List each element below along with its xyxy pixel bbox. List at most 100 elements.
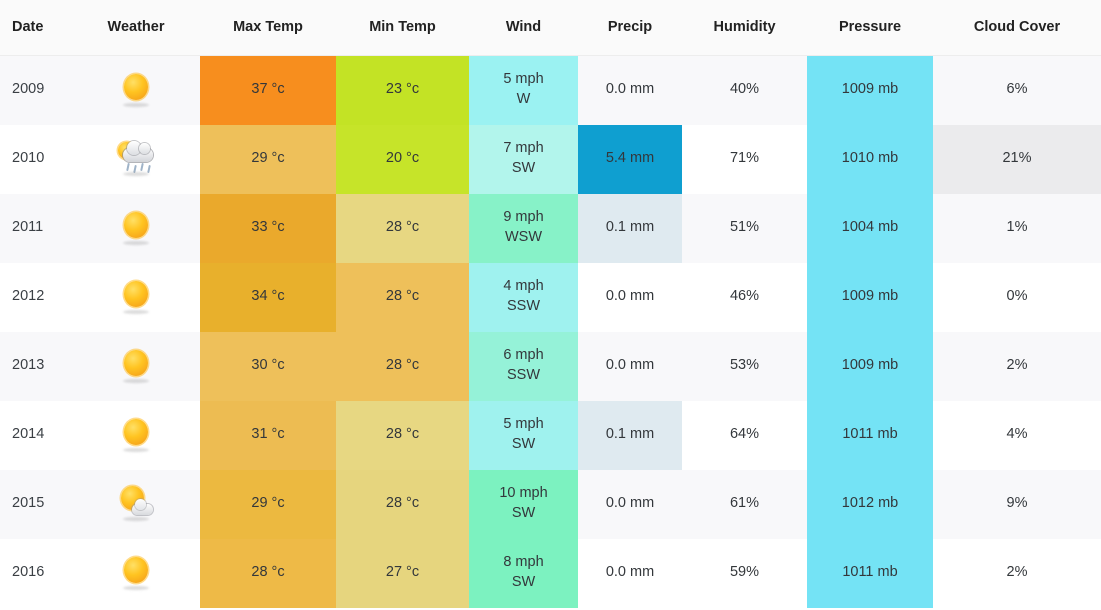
cell-weather (72, 193, 200, 263)
weather-icon-holder (72, 263, 200, 332)
sun-icon (117, 347, 155, 385)
cell-precip: 0.1 mm (578, 400, 682, 470)
cell-max-temp-value: 37 °c (200, 55, 336, 125)
column-header-precip[interactable]: Precip (578, 0, 682, 56)
cell-max-temp-value: 29 °c (200, 469, 336, 539)
cell-cloud-cover-value: 21% (933, 124, 1101, 194)
table-row[interactable]: 2014 31 °c 28 °c 5 mph SW 0.1 mm 64% 1011 mb 4% (0, 400, 1101, 470)
cell-wind: 8 mph SW (469, 538, 578, 608)
cell-precip-value: 5.4 mm (578, 124, 682, 194)
table-row[interactable]: 2016 28 °c 27 °c 8 mph SW 0.0 mm 59% 1011 mb 2% (0, 538, 1101, 608)
sun-icon (117, 416, 155, 454)
cell-humidity-value: 46% (729, 288, 760, 305)
column-header-max-temp[interactable]: Max Temp (200, 0, 336, 56)
cell-cloud-cover-value: 0% (1006, 288, 1028, 305)
cell-humidity: 51% (682, 193, 807, 263)
table-header: Date Weather Max Temp Min Temp Wind Prec… (0, 0, 1101, 56)
table-header-row: Date Weather Max Temp Min Temp Wind Prec… (0, 0, 1101, 56)
cell-date: 2012 (0, 262, 72, 332)
cell-precip: 0.0 mm (578, 469, 682, 539)
cell-wind: 10 mph SW (469, 469, 578, 539)
cell-max-temp: 31 °c (200, 400, 336, 470)
cell-cloud-cover-value: 9% (1006, 495, 1028, 512)
cell-cloud-cover-value: 2% (1006, 357, 1028, 374)
column-header-min-temp[interactable]: Min Temp (336, 0, 469, 56)
table-row[interactable]: 2015 29 °c 28 °c 10 mph SW 0.0 mm 61% 1012 mb 9… (0, 469, 1101, 539)
cell-wind: 9 mph WSW (469, 193, 578, 263)
cell-cloud-cover-value: 4% (1006, 426, 1028, 443)
cell-cloud-cover-value: 6% (1006, 81, 1028, 98)
cell-cloud-cover: 6% (933, 55, 1101, 125)
column-header-humidity[interactable]: Humidity (682, 0, 807, 56)
cell-max-temp-value: 30 °c (200, 331, 336, 401)
weather-icon-holder (72, 539, 200, 608)
cell-pressure: 1009 mb (807, 331, 933, 401)
cell-humidity-value: 40% (729, 81, 760, 98)
cell-max-temp-value: 29 °c (200, 124, 336, 194)
cell-cloud-cover: 0% (933, 262, 1101, 332)
cell-wind-value: 7 mph SW (469, 124, 578, 194)
cell-precip-value: 0.1 mm (578, 400, 682, 470)
cell-min-temp: 23 °c (336, 55, 469, 125)
partly-cloudy-icon (117, 485, 155, 523)
cell-max-temp: 33 °c (200, 193, 336, 263)
cell-max-temp: 29 °c (200, 469, 336, 539)
rain-icon (117, 140, 155, 178)
column-header-cloud-cover[interactable]: Cloud Cover (933, 0, 1101, 56)
cell-date: 2013 (0, 331, 72, 401)
cell-precip-value: 0.0 mm (605, 564, 655, 581)
cell-pressure: 1011 mb (807, 538, 933, 608)
table-row[interactable]: 2010 29 °c 20 °c 7 mph SW 5.4 mm 71% 1010 mb 21… (0, 124, 1101, 194)
cell-min-temp-value: 28 °c (336, 400, 469, 470)
cell-min-temp: 20 °c (336, 124, 469, 194)
cell-wind-value: 9 mph WSW (469, 193, 578, 263)
weather-icon-holder (72, 401, 200, 470)
column-header-weather[interactable]: Weather (72, 0, 200, 56)
cell-pressure: 1004 mb (807, 193, 933, 263)
cell-wind: 5 mph W (469, 55, 578, 125)
cell-wind: 6 mph SSW (469, 331, 578, 401)
cell-max-temp-value: 33 °c (200, 193, 336, 263)
cell-min-temp-value: 20 °c (336, 124, 469, 194)
cell-precip-value: 0.0 mm (605, 495, 655, 512)
cell-humidity: 53% (682, 331, 807, 401)
cell-min-temp-value: 28 °c (336, 469, 469, 539)
cell-precip: 0.1 mm (578, 193, 682, 263)
cell-max-temp: 34 °c (200, 262, 336, 332)
cell-pressure: 1009 mb (807, 262, 933, 332)
cell-weather (72, 262, 200, 332)
table-row[interactable]: 2009 37 °c 23 °c 5 mph W 0.0 mm 40% 1009 mb 6% (0, 55, 1101, 125)
cell-min-temp-value: 23 °c (336, 55, 469, 125)
column-header-date[interactable]: Date (0, 0, 72, 56)
cell-wind: 7 mph SW (469, 124, 578, 194)
weather-history-table: Date Weather Max Temp Min Temp Wind Prec… (0, 0, 1101, 608)
cell-cloud-cover: 2% (933, 331, 1101, 401)
cell-cloud-cover: 4% (933, 400, 1101, 470)
cell-pressure: 1009 mb (807, 55, 933, 125)
table-row[interactable]: 2012 34 °c 28 °c 4 mph SSW 0.0 mm 46% 1009 mb 0… (0, 262, 1101, 332)
cell-precip: 0.0 mm (578, 262, 682, 332)
cell-min-temp: 27 °c (336, 538, 469, 608)
column-header-wind[interactable]: Wind (469, 0, 578, 56)
cell-pressure-value: 1012 mb (807, 469, 933, 539)
cell-wind-value: 5 mph W (469, 55, 578, 125)
table-row[interactable]: 2013 30 °c 28 °c 6 mph SSW 0.0 mm 53% 1009 mb 2… (0, 331, 1101, 401)
cell-pressure-value: 1009 mb (807, 55, 933, 125)
cell-humidity: 71% (682, 124, 807, 194)
cell-weather (72, 400, 200, 470)
cell-humidity-value: 51% (729, 219, 760, 236)
table-row[interactable]: 2011 33 °c 28 °c 9 mph WSW 0.1 mm 51% 1004 mb 1… (0, 193, 1101, 263)
cell-min-temp: 28 °c (336, 262, 469, 332)
cell-min-temp-value: 28 °c (336, 193, 469, 263)
cell-precip-value: 0.1 mm (578, 193, 682, 263)
cell-min-temp: 28 °c (336, 469, 469, 539)
cell-min-temp-value: 28 °c (336, 262, 469, 332)
cell-precip: 0.0 mm (578, 331, 682, 401)
cell-wind: 5 mph SW (469, 400, 578, 470)
cell-cloud-cover: 1% (933, 193, 1101, 263)
cell-max-temp-value: 34 °c (200, 262, 336, 332)
column-header-pressure[interactable]: Pressure (807, 0, 933, 56)
cell-pressure-value: 1011 mb (807, 400, 933, 470)
cell-weather (72, 55, 200, 125)
cell-date: 2015 (0, 469, 72, 539)
